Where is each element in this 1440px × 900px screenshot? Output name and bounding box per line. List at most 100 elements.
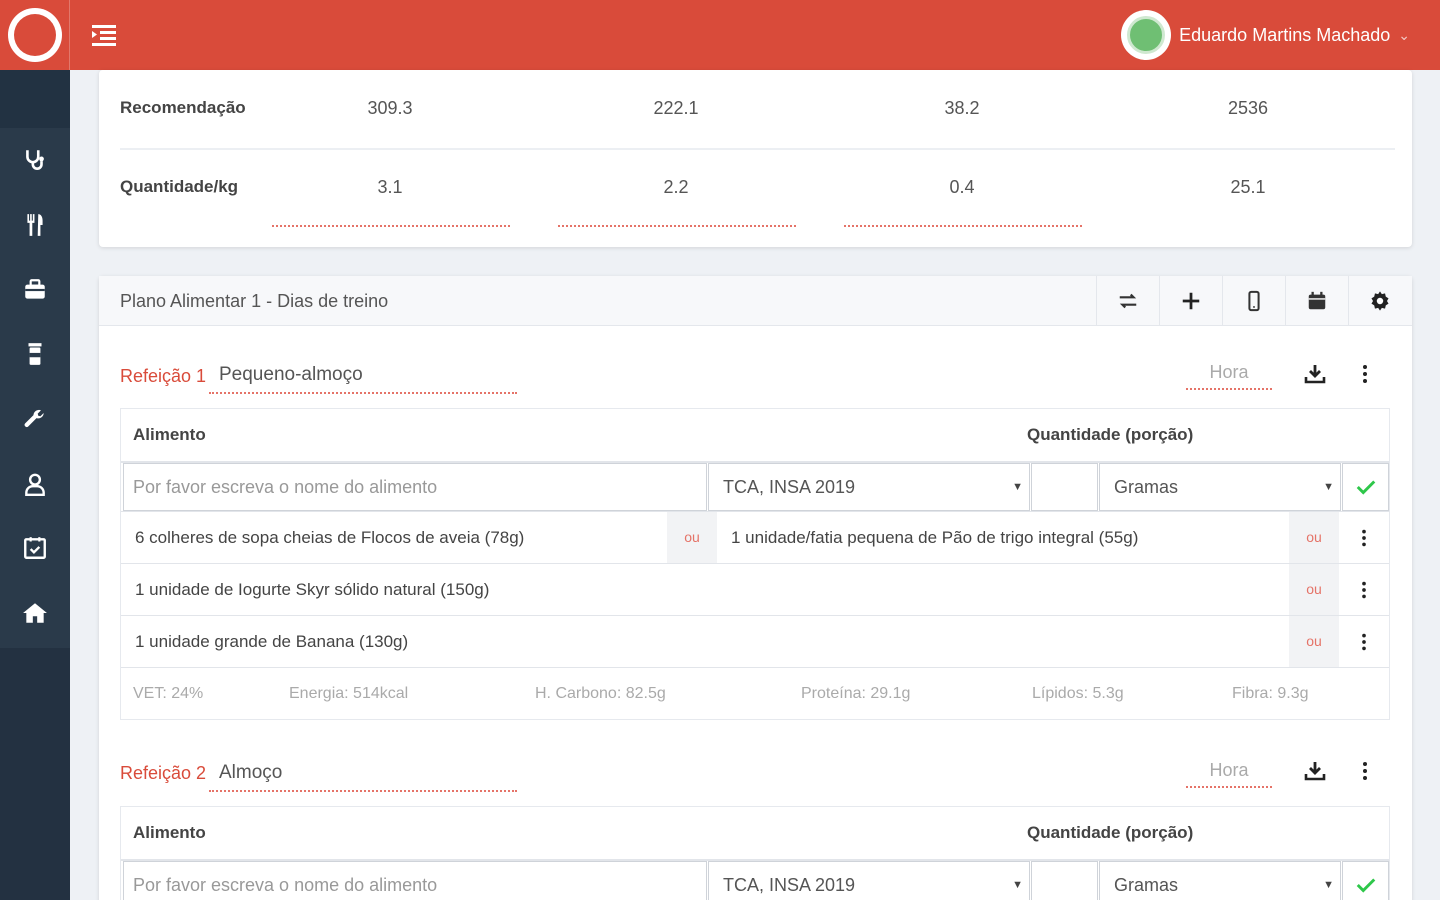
home-icon [23, 603, 47, 623]
user-icon [25, 473, 45, 496]
unit-value: Gramas [1114, 875, 1179, 895]
protein-value: 222.1 [653, 98, 699, 118]
energy-per-kg-input[interactable]: 25.1 [1128, 177, 1368, 198]
avatar-image [1127, 16, 1166, 54]
menu-toggle-icon[interactable] [90, 22, 118, 48]
caret-down-icon: ▼ [1012, 481, 1023, 493]
caret-down-icon: ▼ [1323, 879, 1334, 891]
food-search-input[interactable]: Por favor escreva o nome do alimento [123, 861, 707, 900]
add-food-row: Por favor escreva o nome do alimento TCA… [121, 461, 1389, 511]
food-table: Alimento Quantidade (porção) Por favor e… [120, 408, 1390, 720]
calendar-button[interactable] [1285, 276, 1348, 326]
meal-totals-row: VET: 24% Energia: 514kcal H. Carbono: 82… [121, 667, 1389, 719]
meal-name-input[interactable]: Pequeno-almoço [209, 364, 517, 394]
download-icon [1304, 762, 1326, 781]
energy-value: 2536 [1227, 98, 1269, 118]
mobile-button[interactable] [1222, 276, 1285, 326]
food-options-button[interactable] [1339, 564, 1389, 615]
protein-per-kg-input[interactable]: 2.2 [556, 177, 796, 198]
food-options-button[interactable] [1339, 512, 1389, 563]
or-button[interactable]: ou [1289, 564, 1339, 615]
food-options-button[interactable] [1339, 616, 1389, 667]
row-label: Quantidade/kg [120, 177, 239, 196]
recommendation-row: Recomendação 309.3 222.1 38.2 2536 [120, 70, 1395, 148]
input-underline [272, 224, 510, 227]
logo-mark [13, 14, 56, 56]
row-label: Recomendação [120, 98, 246, 117]
logo-circle [7, 8, 62, 62]
lipids-stat: Lípidos: 5.3g [1032, 685, 1124, 702]
food-item[interactable]: 6 colheres de sopa cheias de Flocos de a… [121, 512, 667, 563]
quantity-input[interactable] [1031, 463, 1098, 511]
wrench-icon [24, 410, 44, 428]
quantity-input[interactable] [1031, 861, 1098, 900]
unit-select[interactable]: Gramas ▼ [1099, 463, 1341, 511]
food-search-input[interactable]: Por favor escreva o nome do alimento [123, 463, 707, 511]
quantity-per-kg-row: Quantidade/kg 3.1 2.2 0.4 25.1 [120, 149, 1395, 227]
food-row: 1 unidade grande de Banana (130g) ou [121, 615, 1389, 667]
or-button[interactable]: ou [667, 512, 717, 563]
or-button[interactable]: ou [1289, 616, 1339, 667]
database-select[interactable]: TCA, INSA 2019 ▼ [708, 463, 1030, 511]
column-header-food: Alimento [133, 823, 206, 842]
sidebar-item-toolbox[interactable] [0, 257, 70, 322]
sidebar-item-meal-plans[interactable] [0, 193, 70, 258]
calendar-check-icon [24, 537, 46, 560]
database-value: TCA, INSA 2019 [723, 875, 856, 895]
more-vertical-icon [1362, 529, 1366, 546]
meal-label: Refeição 1 [120, 366, 207, 386]
sidebar-item-patients[interactable] [0, 451, 70, 516]
add-button[interactable] [1159, 276, 1222, 326]
swap-icon [1119, 293, 1137, 309]
top-bar: Eduardo Martins Machado ⌄ [0, 0, 1440, 70]
sidebar-item-appointments[interactable] [0, 516, 70, 581]
meal-name-input[interactable]: Almoço [209, 762, 517, 792]
or-button[interactable]: ou [1289, 512, 1339, 563]
download-button[interactable] [1300, 756, 1330, 786]
swap-button[interactable] [1096, 276, 1159, 326]
plan-title: Plano Alimentar 1 - Dias de treino [120, 291, 389, 311]
download-button[interactable] [1300, 359, 1330, 389]
more-vertical-icon [1363, 365, 1367, 383]
database-select[interactable]: TCA, INSA 2019 ▼ [708, 861, 1030, 900]
meal-options-button[interactable] [1350, 359, 1380, 389]
sidebar-item-tools[interactable] [0, 387, 70, 452]
unit-select[interactable]: Gramas ▼ [1099, 861, 1341, 900]
energy-stat: Energia: 514kcal [289, 685, 409, 702]
database-value: TCA, INSA 2019 [723, 477, 856, 497]
gear-icon [1371, 291, 1389, 311]
sidebar-item-consultation[interactable] [0, 128, 70, 193]
plus-icon [1182, 292, 1200, 310]
sidebar [0, 70, 70, 900]
input-underline [558, 224, 796, 227]
food-item[interactable]: 1 unidade grande de Banana (130g) [121, 616, 1287, 667]
user-menu[interactable]: Eduardo Martins Machado ⌄ [1121, 9, 1410, 61]
vet-stat: VET: 24% [133, 685, 204, 702]
check-icon [1356, 878, 1375, 893]
food-item[interactable]: 1 unidade de Iogurte Skyr sólido natural… [121, 564, 1287, 615]
fat-per-kg-input[interactable]: 0.4 [842, 177, 1082, 198]
confirm-add-food-button[interactable] [1342, 861, 1389, 900]
user-name: Eduardo Martins Machado [1179, 24, 1391, 45]
food-row: 6 colheres de sopa cheias de Flocos de a… [121, 511, 1389, 563]
avatar [1121, 10, 1172, 60]
sidebar-item-supplements[interactable] [0, 322, 70, 387]
jar-icon [28, 343, 42, 366]
meal-options-button[interactable] [1350, 756, 1380, 786]
chevron-down-icon: ⌄ [1398, 26, 1410, 43]
hour-input[interactable]: Hora [1186, 362, 1272, 390]
carbs-per-kg-input[interactable]: 3.1 [270, 177, 510, 198]
sidebar-item-home[interactable] [0, 581, 70, 646]
app-logo[interactable] [0, 0, 70, 70]
carbs-stat: H. Carbono: 82.5g [535, 685, 666, 702]
settings-button[interactable] [1348, 276, 1411, 326]
plan-header: Plano Alimentar 1 - Dias de treino [99, 276, 1412, 326]
hour-input[interactable]: Hora [1186, 760, 1272, 788]
caret-down-icon: ▼ [1323, 481, 1334, 493]
column-header-quantity: Quantidade (porção) [1027, 425, 1194, 444]
food-alternative[interactable]: 1 unidade/fatia pequena de Pão de trigo … [717, 512, 1287, 563]
meal-plan-card: Plano Alimentar 1 - Dias de treino Refei… [99, 276, 1412, 900]
sidebar-header [0, 70, 70, 128]
confirm-add-food-button[interactable] [1342, 463, 1389, 511]
protein-stat: Proteína: 29.1g [801, 685, 911, 702]
